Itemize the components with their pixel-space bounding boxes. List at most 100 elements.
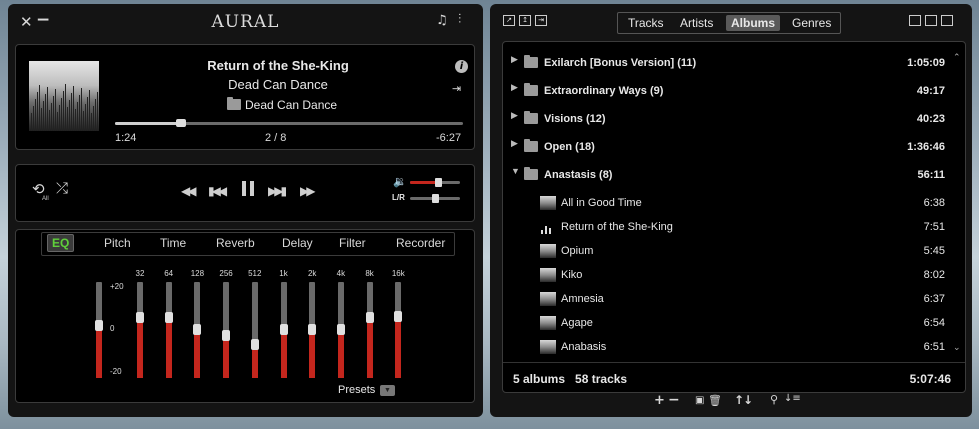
presets-dropdown-icon[interactable]: ▼ <box>380 385 395 396</box>
tab-recorder[interactable]: Recorder <box>396 236 445 250</box>
expand-icon[interactable]: ▶ <box>511 82 518 93</box>
track-album: Dead Can Dance <box>227 97 337 112</box>
previous-track-icon[interactable]: ▮◀◀ <box>208 184 227 198</box>
dock-top-icon[interactable]: ↥ <box>519 15 531 26</box>
shuffle-icon[interactable]: ⤮ <box>56 179 68 197</box>
eq-preamp-slider-knob[interactable] <box>95 320 103 332</box>
album-row[interactable]: ▶ Exilarch [Bonus Version] (11) 1:05:09 <box>503 49 963 76</box>
seek-backward-icon[interactable]: ◀◀ <box>181 184 197 198</box>
save-icon[interactable]: ▣ <box>695 395 704 406</box>
tab-filter[interactable]: Filter <box>339 236 366 250</box>
tab-artists[interactable]: Artists <box>680 16 713 30</box>
eq-band-slider-8-knob[interactable] <box>365 311 374 323</box>
track-row[interactable]: All in Good Time 6:38 <box>503 192 963 216</box>
tab-tracks[interactable]: Tracks <box>628 16 664 30</box>
seek-slider[interactable] <box>115 119 463 127</box>
eq-freq-label: 32 <box>135 269 145 278</box>
playlist-toggle-icon[interactable]: ♫ <box>436 13 448 28</box>
track-row[interactable]: Amnesia 6:37 <box>503 288 963 312</box>
show-track-in-playlist-icon[interactable]: ⇥ <box>452 82 461 95</box>
track-artist: Dead Can Dance <box>228 77 328 92</box>
next-track-icon[interactable]: ▶▶▮ <box>268 184 287 198</box>
album-folder-icon <box>524 167 538 180</box>
track-row[interactable]: Opium 5:45 <box>503 240 963 264</box>
move-down-icon[interactable]: ↓ <box>743 393 753 407</box>
dock-right-icon[interactable]: ⇥ <box>535 15 547 26</box>
tab-albums[interactable]: Albums <box>726 15 781 31</box>
clear-icon[interactable]: 🗑 <box>708 394 722 407</box>
expand-icon[interactable]: ▶ <box>511 138 518 149</box>
eq-band-slider-2[interactable] <box>193 282 202 378</box>
presets-label[interactable]: Presets <box>338 384 375 396</box>
eq-band-slider-4[interactable] <box>250 282 259 378</box>
eq-band-slider-1[interactable] <box>164 282 173 378</box>
eq-band-slider-9-level <box>395 315 402 378</box>
eq-band-slider-7-knob[interactable] <box>336 324 345 336</box>
effects-toggle-icon[interactable]: ⫶ <box>458 12 461 27</box>
eq-band-slider-8[interactable] <box>365 282 374 378</box>
playlist-divider <box>503 362 965 363</box>
track-art-icon <box>540 196 556 210</box>
info-icon[interactable]: i <box>455 60 468 73</box>
eq-band-slider-7[interactable] <box>336 282 345 378</box>
view-layout-1-icon[interactable] <box>909 15 921 26</box>
eq-preamp-slider[interactable] <box>95 282 103 378</box>
track-duration: 6:37 <box>923 293 945 305</box>
tab-reverb[interactable]: Reverb <box>216 236 255 250</box>
eq-band-slider-0[interactable] <box>136 282 144 378</box>
eq-band-slider-5-knob[interactable] <box>279 324 288 336</box>
volume-knob[interactable] <box>434 178 442 187</box>
eq-band-slider-1-knob[interactable] <box>164 311 173 323</box>
album-icon <box>227 97 241 110</box>
remaining-time[interactable]: -6:27 <box>436 132 461 144</box>
eq-band-slider-4-knob[interactable] <box>250 339 259 351</box>
eq-band-slider-0-level <box>137 316 143 378</box>
seek-knob[interactable] <box>176 119 187 127</box>
scroll-up-icon[interactable]: ⌃ <box>953 52 961 63</box>
tab-pitch[interactable]: Pitch <box>104 236 131 250</box>
tab-time[interactable]: Time <box>160 236 186 250</box>
seek-forward-icon[interactable]: ▶▶ <box>300 184 316 198</box>
balance-knob[interactable] <box>432 194 439 203</box>
eq-band-slider-9-knob[interactable] <box>394 310 403 322</box>
tab-genres[interactable]: Genres <box>792 16 831 30</box>
track-row[interactable]: Return of the She-King 7:51 <box>503 216 963 240</box>
volume-slider[interactable] <box>410 178 460 187</box>
tab-eq[interactable]: EQ <box>47 234 75 252</box>
eq-band-slider-3[interactable] <box>222 282 231 378</box>
volume-level <box>410 181 438 184</box>
album-folder-icon <box>524 55 538 68</box>
eq-band-slider-6[interactable] <box>308 282 317 378</box>
eq-band-slider-6-knob[interactable] <box>308 324 317 336</box>
pause-icon[interactable] <box>241 181 255 196</box>
dock-left-icon[interactable]: ↗ <box>503 15 515 26</box>
eq-band-slider-0-knob[interactable] <box>136 311 144 323</box>
remove-icon[interactable]: − <box>668 392 680 408</box>
album-row[interactable]: ▶ Extraordinary Ways (9) 49:17 <box>503 77 963 104</box>
album-row[interactable]: ▼ Anastasis (8) 56:11 <box>503 161 963 188</box>
view-tabs: Tracks Artists Albums Genres <box>617 12 841 34</box>
track-row[interactable]: Anabasis 6:51 <box>503 336 963 360</box>
eq-band-slider-9[interactable] <box>394 282 403 378</box>
album-row[interactable]: ▶ Visions (12) 40:23 <box>503 105 963 132</box>
expand-icon[interactable]: ▶ <box>511 54 518 65</box>
view-layout-3-icon[interactable] <box>941 15 953 26</box>
elapsed-time[interactable]: 1:24 <box>115 132 136 144</box>
track-name: Anabasis <box>561 341 607 353</box>
view-layout-2-icon[interactable] <box>925 15 937 26</box>
add-icon[interactable]: + <box>654 393 665 408</box>
collapse-icon[interactable]: ▼ <box>511 166 520 176</box>
sort-icon[interactable]: ↓≡ <box>784 393 801 404</box>
eq-band-slider-2-knob[interactable] <box>193 324 202 336</box>
track-row[interactable]: Agape 6:54 <box>503 312 963 336</box>
album-row[interactable]: ▶ Open (18) 1:36:46 <box>503 133 963 160</box>
track-row[interactable]: Kiko 8:02 <box>503 264 963 288</box>
tab-delay[interactable]: Delay <box>282 236 313 250</box>
balance-slider[interactable] <box>410 194 460 203</box>
eq-band-slider-5[interactable] <box>279 282 288 378</box>
eq-band-slider-3-knob[interactable] <box>222 329 231 341</box>
scroll-down-icon[interactable]: ⌄ <box>953 342 961 353</box>
expand-icon[interactable]: ▶ <box>511 110 518 121</box>
volume-icon[interactable]: 🔉 <box>393 175 407 188</box>
search-icon[interactable]: ⚲ <box>770 393 778 406</box>
